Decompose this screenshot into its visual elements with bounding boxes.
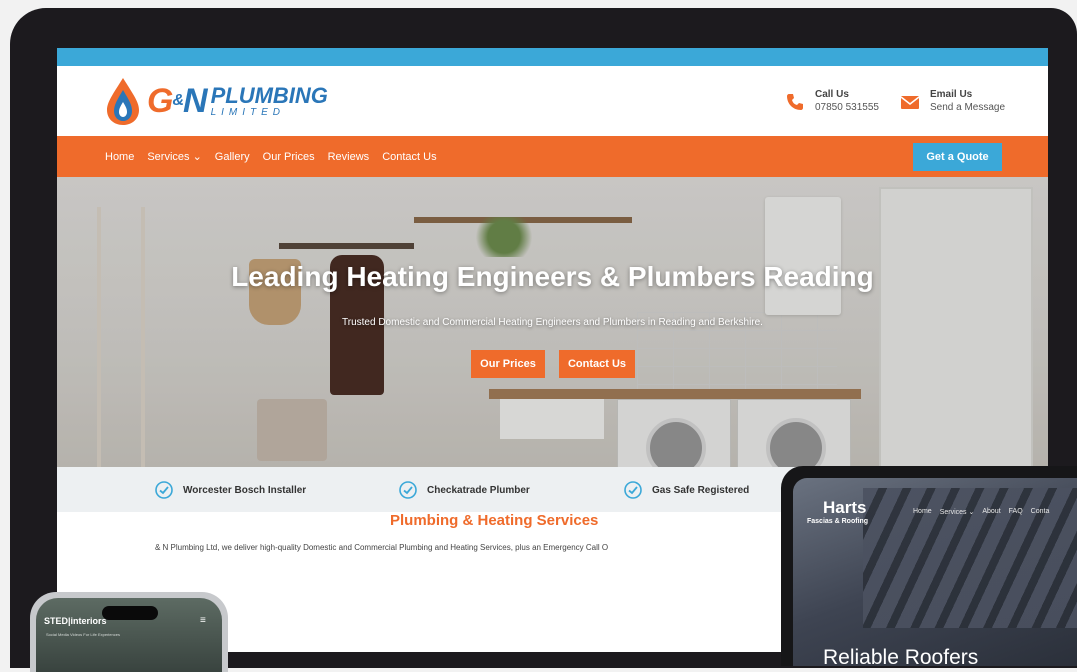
badge-label: Worcester Bosch Installer (183, 484, 307, 496)
badge-label: Gas Safe Registered (652, 484, 750, 496)
brand-amp: & (172, 92, 184, 109)
hero-section: Leading Heating Engineers & Plumbers Rea… (57, 177, 1048, 467)
site-header: G&N PLUMBING LIMITED Call Us 07850 53155… (57, 66, 1048, 136)
nav-contact-us[interactable]: Contact Us (382, 151, 436, 163)
services-heading: Plumbing & Heating Services (390, 512, 599, 529)
tablet-nav-services[interactable]: Services ⌄ (940, 508, 975, 516)
our-prices-button[interactable]: Our Prices (471, 350, 545, 378)
badge-gas-safe: Gas Safe Registered (624, 481, 749, 499)
tablet-nav-home[interactable]: Home (913, 508, 932, 516)
brand-wordmark: PLUMBING LIMITED (210, 82, 328, 118)
dynamic-island (102, 606, 158, 620)
tablet-nav-faq[interactable]: FAQ (1009, 508, 1023, 516)
email-us-link[interactable]: Send a Message (930, 101, 1005, 114)
brand-plumbing: PLUMBING (210, 82, 328, 108)
hero-subtitle: Trusted Domestic and Commercial Heating … (342, 317, 763, 328)
nav-our-prices[interactable]: Our Prices (263, 151, 315, 163)
hamburger-menu-icon[interactable]: ≡ (200, 615, 206, 626)
check-circle-icon (155, 481, 173, 499)
tablet-nav-about[interactable]: About (982, 508, 1000, 516)
brand-letter-n: N (183, 82, 208, 120)
flame-drop-icon (107, 78, 139, 125)
hero-title: Leading Heating Engineers & Plumbers Rea… (231, 261, 874, 292)
nav-gallery[interactable]: Gallery (215, 151, 250, 163)
brand-letters: G&N (147, 82, 208, 120)
brand-logo[interactable]: G&N PLUMBING LIMITED (103, 76, 328, 126)
check-circle-icon (624, 481, 642, 499)
call-us-label: Call Us (815, 89, 849, 100)
badge-checkatrade: Checkatrade Plumber (399, 481, 530, 499)
call-us-number[interactable]: 07850 531555 (815, 101, 879, 114)
sted-logo[interactable]: STED|interiors (44, 616, 107, 626)
badge-label: Checkatrade Plumber (427, 484, 530, 496)
harts-logo-sub: Fascias & Roofing (807, 518, 869, 525)
phone-mockup: STED|interiors Social Media Videos For L… (30, 592, 228, 672)
phone-icon (787, 94, 803, 110)
brand-letter-g: G (147, 82, 173, 120)
tablet-mockup: Harts Fascias & Roofing Home Services ⌄ … (781, 466, 1077, 666)
tablet-nav: Home Services ⌄ About FAQ Conta (913, 508, 1049, 516)
top-strip (57, 48, 1048, 66)
badge-worcester-bosch: Worcester Bosch Installer (155, 481, 306, 499)
email-us-contact[interactable]: Email Us Send a Message (900, 88, 1005, 114)
brand-limited: LIMITED (210, 106, 286, 118)
sted-tagline: Social Media Videos For Life Experiences (46, 632, 120, 637)
harts-logo[interactable]: Harts (823, 498, 866, 518)
nav-home[interactable]: Home (105, 151, 134, 163)
tablet-headline: Reliable Roofers (823, 646, 979, 666)
nav-services[interactable]: Services ⌄ (147, 150, 201, 163)
nav-reviews[interactable]: Reviews (328, 151, 370, 163)
main-nav: Home Services ⌄ Gallery Our Prices Revie… (57, 136, 1048, 177)
call-us-contact[interactable]: Call Us 07850 531555 (785, 88, 879, 114)
tablet-nav-contact[interactable]: Conta (1031, 508, 1050, 516)
email-icon (900, 96, 920, 109)
tablet-screen: Harts Fascias & Roofing Home Services ⌄ … (793, 478, 1077, 666)
get-a-quote-button[interactable]: Get a Quote (913, 143, 1002, 171)
check-circle-icon (399, 481, 417, 499)
email-us-label: Email Us (930, 89, 973, 100)
contact-us-button[interactable]: Contact Us (559, 350, 635, 378)
nav-items: Home Services ⌄ Gallery Our Prices Revie… (105, 136, 437, 177)
phone-screen: STED|interiors Social Media Videos For L… (36, 598, 222, 672)
